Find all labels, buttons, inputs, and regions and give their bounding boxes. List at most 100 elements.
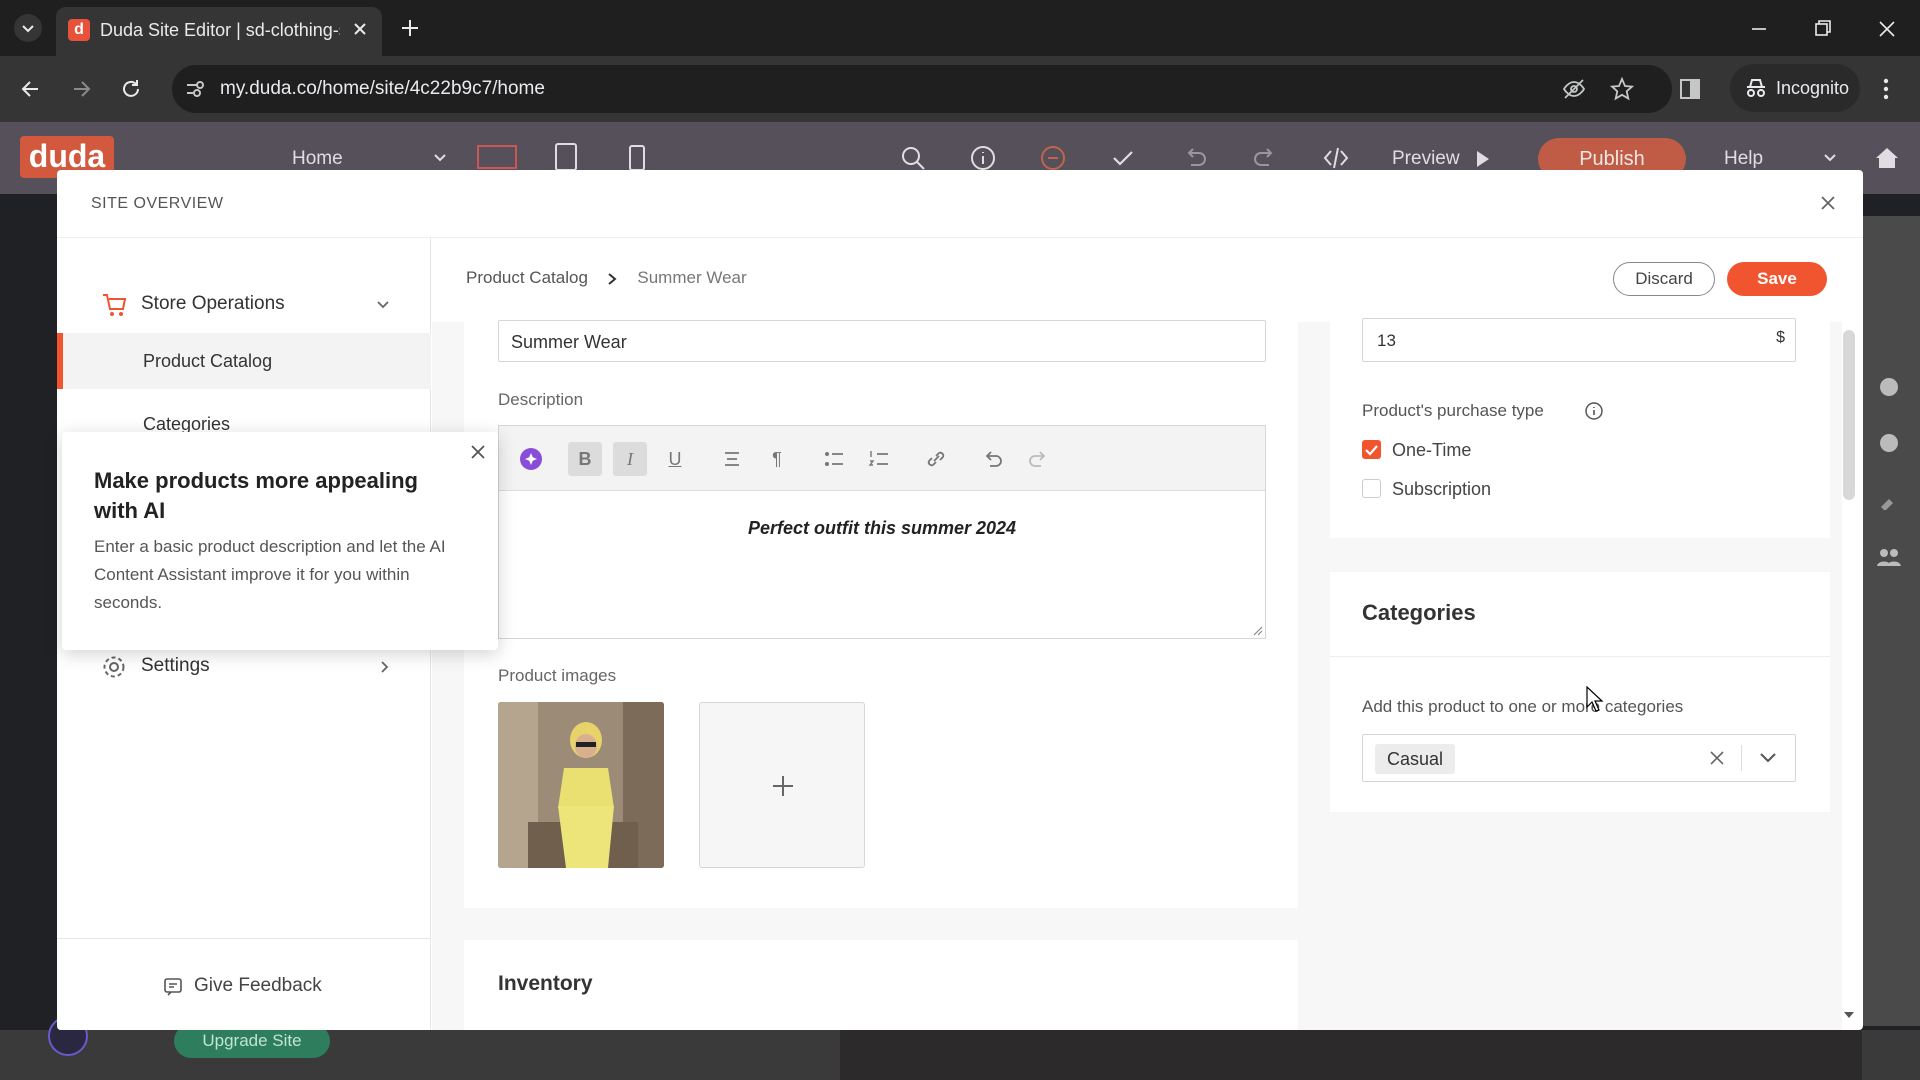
product-photo <box>498 702 664 868</box>
address-bar[interactable]: my.duda.co/home/site/4c22b9c7/home <box>172 65 1672 113</box>
description-editor[interactable]: B I U ¶ Perfect outfit this summer 2024 <box>498 425 1266 639</box>
page-select-chevron-icon[interactable] <box>432 150 448 166</box>
nav-store-operations-label: Store Operations <box>141 293 285 314</box>
ai-tip-heading: Make products more appealing with AI <box>94 468 418 523</box>
preview-button[interactable]: Preview <box>1392 148 1460 170</box>
code-icon[interactable] <box>1322 145 1350 171</box>
play-icon <box>1476 150 1490 168</box>
scroll-down-icon[interactable] <box>1843 1010 1855 1020</box>
page-select[interactable]: Home <box>292 148 343 170</box>
ai-tip-close-icon[interactable] <box>469 443 487 461</box>
scrollbar-thumb[interactable] <box>1843 330 1855 500</box>
chat-icon[interactable] <box>1040 145 1066 171</box>
purchase-type-info-icon[interactable] <box>1584 401 1604 421</box>
chevron-down-icon[interactable] <box>1759 750 1777 766</box>
brush-icon[interactable] <box>1878 488 1900 510</box>
redo-icon[interactable] <box>1252 145 1278 171</box>
tab-list-button[interactable] <box>14 14 42 42</box>
clear-selection-icon[interactable] <box>1709 750 1725 766</box>
eye-off-icon[interactable] <box>1562 78 1586 100</box>
description-label: Description <box>498 390 584 409</box>
window-close-button[interactable] <box>1876 18 1898 40</box>
resize-handle-icon[interactable] <box>1251 624 1263 636</box>
inventory-heading: Inventory <box>498 972 593 995</box>
browser-tab[interactable]: d Duda Site Editor | sd-clothing-s <box>56 7 382 56</box>
one-time-checkbox[interactable] <box>1362 440 1381 459</box>
nav-settings-label: Settings <box>141 655 210 676</box>
nav-product-catalog[interactable]: Product Catalog <box>57 333 431 389</box>
info-icon[interactable] <box>970 145 996 171</box>
numbered-list-icon[interactable] <box>862 442 896 476</box>
redo-icon[interactable] <box>1021 442 1055 476</box>
link-icon[interactable] <box>919 442 953 476</box>
category-select[interactable]: Casual <box>1362 734 1796 782</box>
give-feedback-button[interactable]: Give Feedback <box>57 938 431 1030</box>
incognito-indicator[interactable]: Incognito <box>1730 64 1860 112</box>
nav-settings[interactable]: Settings <box>91 650 411 684</box>
categories-hint: Add this product to one or more categori… <box>1362 697 1684 716</box>
product-images-label: Product images <box>498 666 617 685</box>
add-image-button[interactable] <box>699 702 865 868</box>
browser-toolbar: my.duda.co/home/site/4c22b9c7/home Incog… <box>0 56 1920 122</box>
site-info-icon[interactable] <box>184 79 206 99</box>
check-icon[interactable] <box>1110 145 1136 171</box>
breadcrumb-parent[interactable]: Product Catalog <box>466 268 588 287</box>
comment-icon[interactable] <box>1878 432 1900 454</box>
one-time-label[interactable]: One-Time <box>1392 440 1471 461</box>
discard-button[interactable]: Discard <box>1613 262 1715 296</box>
browser-menu-icon[interactable] <box>1880 76 1892 102</box>
bold-icon[interactable]: B <box>568 442 602 476</box>
chevron-right-icon <box>607 272 619 286</box>
gear-icon <box>101 654 127 680</box>
mobile-view-icon[interactable] <box>628 144 646 172</box>
save-button[interactable]: Save <box>1727 262 1827 296</box>
nav-store-operations[interactable]: Store Operations <box>91 288 411 322</box>
browser-tab-bar: d Duda Site Editor | sd-clothing-s <box>0 0 1920 56</box>
help-chevron-icon[interactable] <box>1822 150 1838 166</box>
reload-icon <box>123 80 139 97</box>
reload-button[interactable] <box>118 76 144 102</box>
minimize-button[interactable] <box>1748 18 1770 40</box>
ai-assistant-icon[interactable] <box>514 442 548 476</box>
back-button[interactable] <box>18 76 44 102</box>
ai-tip-popover: Make products more appealing with AI Ent… <box>62 432 498 650</box>
subscription-checkbox[interactable] <box>1362 479 1381 498</box>
home-icon[interactable] <box>1874 146 1900 170</box>
help-menu[interactable]: Help <box>1724 148 1763 170</box>
subscription-label[interactable]: Subscription <box>1392 479 1491 500</box>
side-panel-icon[interactable] <box>1678 77 1702 101</box>
category-chip-casual[interactable]: Casual <box>1375 744 1456 774</box>
zoom-icon[interactable] <box>1878 376 1900 398</box>
paragraph-icon[interactable]: ¶ <box>760 442 794 476</box>
tab-close-icon[interactable] <box>350 19 370 39</box>
undo-icon[interactable] <box>976 442 1010 476</box>
underline-icon[interactable]: U <box>658 442 692 476</box>
tab-title: Duda Site Editor | sd-clothing-s <box>100 20 340 40</box>
users-icon[interactable] <box>1876 546 1902 568</box>
price-input[interactable]: 13 $ <box>1362 318 1796 362</box>
bookmark-star-icon[interactable] <box>1610 77 1634 101</box>
checkmark-icon <box>1365 445 1378 456</box>
new-tab-button[interactable] <box>398 16 422 40</box>
forward-button[interactable] <box>68 76 94 102</box>
bullet-list-icon[interactable] <box>817 442 851 476</box>
description-text[interactable]: Perfect outfit this summer 2024 <box>499 518 1265 539</box>
undo-icon[interactable] <box>1182 145 1208 171</box>
inventory-card: Inventory <box>464 940 1298 1030</box>
search-icon[interactable] <box>900 145 926 171</box>
editor-toolbar: B I U ¶ <box>499 426 1265 491</box>
modal-close-icon[interactable] <box>1819 194 1837 212</box>
tablet-view-icon[interactable] <box>554 142 578 172</box>
product-name-input[interactable]: Summer Wear <box>498 320 1266 362</box>
modal-header: SITE OVERVIEW <box>57 170 1863 238</box>
incognito-icon <box>1744 76 1768 100</box>
restore-button[interactable] <box>1812 18 1834 40</box>
arrow-left-icon <box>21 81 38 97</box>
chevron-down-icon <box>22 25 34 33</box>
product-image-thumbnail[interactable] <box>498 702 664 868</box>
url-text: my.duda.co/home/site/4c22b9c7/home <box>220 78 545 99</box>
feedback-icon <box>163 977 183 997</box>
italic-icon[interactable]: I <box>613 442 647 476</box>
align-center-icon[interactable] <box>715 442 749 476</box>
right-tool-strip <box>1862 216 1920 1026</box>
